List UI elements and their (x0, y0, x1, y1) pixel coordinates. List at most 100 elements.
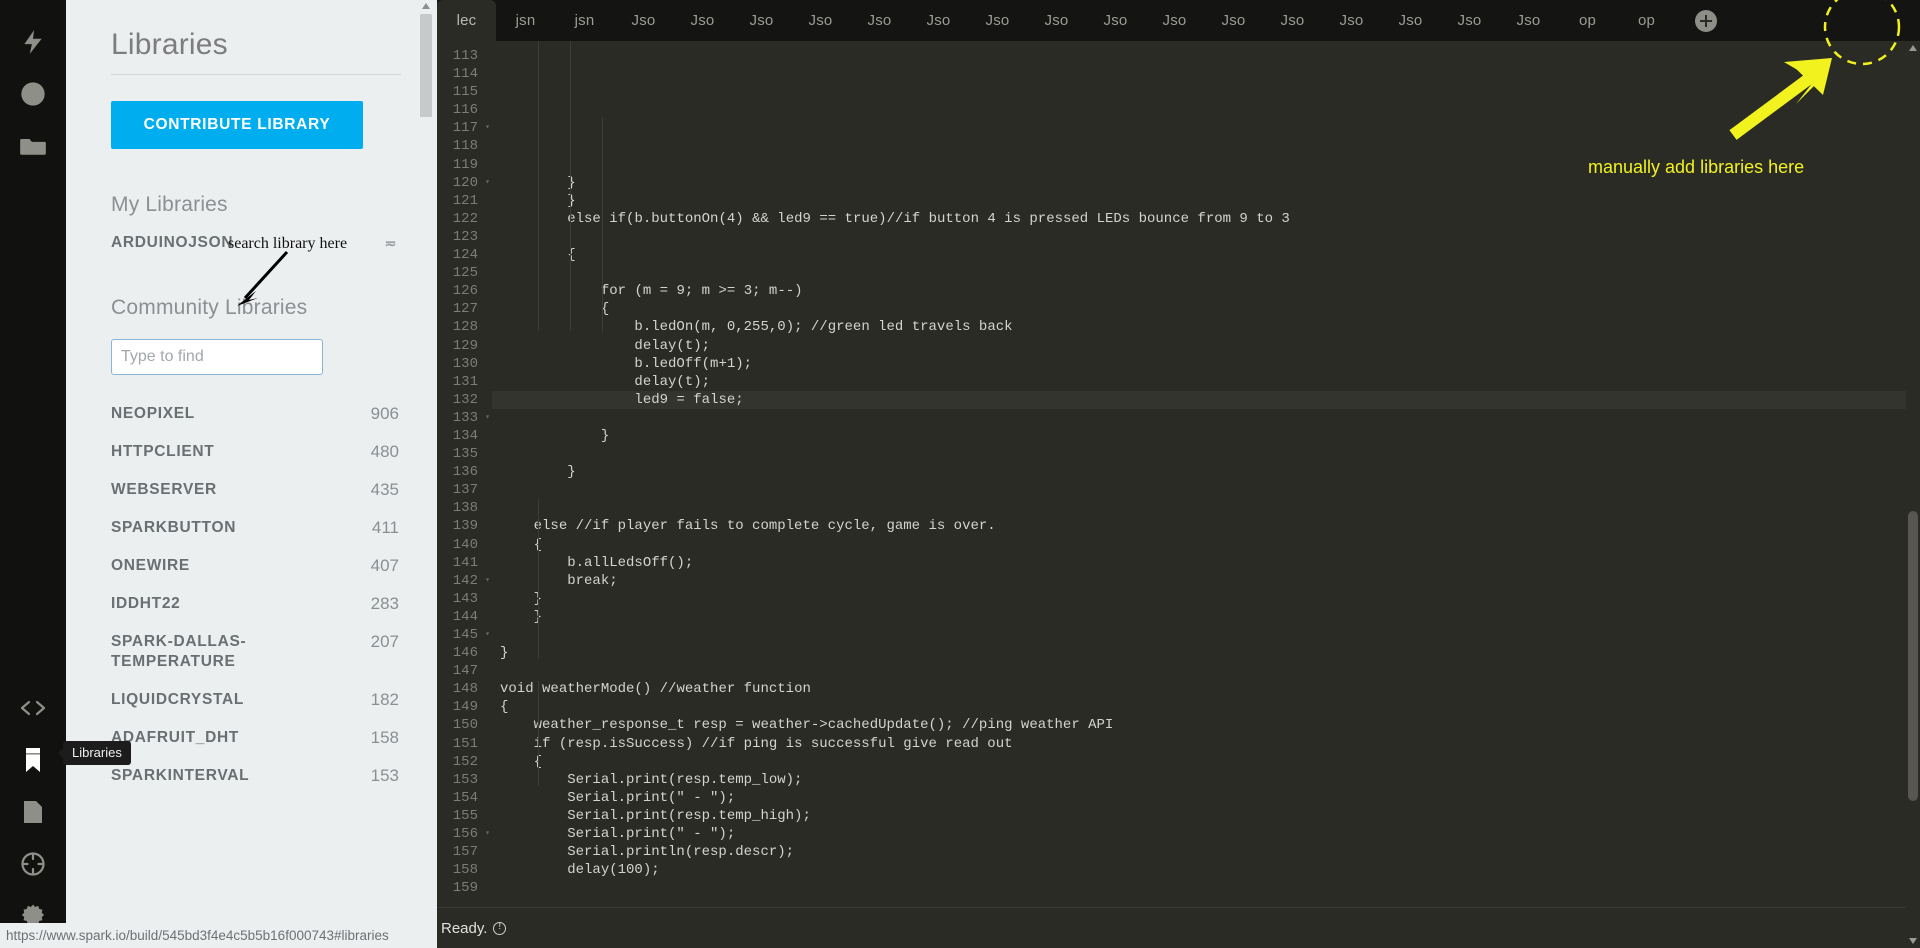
flash-icon[interactable] (8, 16, 58, 68)
editor-tab[interactable]: jsn (496, 0, 555, 41)
code-line[interactable]: else if(b.buttonOn(4) && led9 == true)//… (500, 210, 1920, 228)
editor-tab[interactable]: Jso (614, 0, 673, 41)
list-item[interactable]: ADAFRUIT_DHT 158 (111, 719, 401, 757)
search-input[interactable] (111, 339, 323, 375)
left-icon-rail (0, 0, 66, 948)
library-name: WEBSERVER (111, 480, 217, 500)
code-line[interactable] (500, 626, 1920, 644)
editor-tab[interactable]: Jso (732, 0, 791, 41)
editor-tab-bar: lecjsnjsnJsoJsoJsoJsoJsoJsoJsoJsoJsoJsoJ… (437, 0, 1920, 41)
verify-check-icon[interactable] (8, 68, 58, 120)
plus-circle-icon[interactable] (1695, 10, 1717, 32)
code-line[interactable]: void weatherMode() //weather function (500, 680, 1920, 698)
code-line[interactable]: Serial.print(resp.temp_high); (500, 807, 1920, 825)
line-number: 139 (437, 517, 492, 535)
code-line[interactable]: Serial.println(resp.descr); (500, 843, 1920, 861)
code-line[interactable]: else //if player fails to complete cycle… (500, 517, 1920, 535)
code-line[interactable]: delay(100); (500, 861, 1920, 879)
code-line[interactable] (500, 445, 1920, 463)
code-line[interactable]: led9 = false; (492, 391, 1920, 409)
code-line[interactable] (500, 499, 1920, 517)
code-line[interactable]: } (500, 192, 1920, 210)
code-line[interactable]: } (500, 644, 1920, 662)
code-line[interactable]: Serial.print(resp.temp_low); (500, 771, 1920, 789)
editor-tab-active[interactable]: lec (437, 0, 496, 41)
info-icon[interactable] (493, 922, 506, 935)
list-item[interactable]: SPARKBUTTON 411 (111, 509, 401, 547)
code-line[interactable]: } (500, 608, 1920, 626)
code-line[interactable]: b.ledOn(m, 0,255,0); //green led travels… (500, 318, 1920, 336)
code-line[interactable]: { (500, 536, 1920, 554)
code-line[interactable]: { (500, 753, 1920, 771)
editor-tab[interactable]: op (1617, 0, 1676, 41)
code-line[interactable]: break; (500, 572, 1920, 590)
editor-tab[interactable]: jsn (555, 0, 614, 41)
editor-tab[interactable]: Jso (1086, 0, 1145, 41)
editor-tab[interactable]: Jso (1322, 0, 1381, 41)
code-line[interactable]: delay(t); (500, 373, 1920, 391)
line-number: 130 (437, 355, 492, 373)
scrollbar-thumb[interactable] (1908, 511, 1918, 801)
target-devices-icon[interactable] (8, 838, 58, 890)
library-count: 906 (361, 404, 399, 424)
code-line[interactable]: } (500, 590, 1920, 608)
editor-tab[interactable]: Jso (673, 0, 732, 41)
code-line[interactable]: { (500, 698, 1920, 716)
line-number: 133 (437, 409, 492, 427)
editor-tab[interactable]: Jso (968, 0, 1027, 41)
list-item[interactable]: ONEWIRE 407 (111, 547, 401, 585)
save-folder-icon[interactable] (8, 120, 58, 172)
libraries-panel-scrollbar[interactable] (419, 0, 433, 948)
code-line[interactable] (500, 409, 1920, 427)
code-line[interactable]: if (resp.isSuccess) //if ping is success… (500, 735, 1920, 753)
list-item[interactable]: SPARK-DALLAS-TEMPERATURE 207 (111, 623, 401, 681)
list-item[interactable]: WEBSERVER 435 (111, 471, 401, 509)
line-number: 126 (437, 282, 492, 300)
code-line[interactable] (500, 264, 1920, 282)
editor-tab[interactable]: Jso (1499, 0, 1558, 41)
code-line[interactable]: { (500, 300, 1920, 318)
editor-tab[interactable]: Jso (909, 0, 968, 41)
code-line[interactable] (500, 481, 1920, 499)
code-line[interactable] (500, 228, 1920, 246)
contribute-library-button[interactable]: CONTRIBUTE LIBRARY (111, 101, 363, 149)
editor-tab[interactable]: Jso (1027, 0, 1086, 41)
code-line[interactable]: Serial.print(" - "); (500, 789, 1920, 807)
document-docs-icon[interactable] (8, 786, 58, 838)
code-line[interactable]: delay(t); (500, 337, 1920, 355)
editor-tab[interactable]: Jso (1145, 0, 1204, 41)
code-line[interactable]: { (500, 246, 1920, 264)
scrollbar-thumb[interactable] (420, 14, 432, 117)
scroll-up-arrow-icon[interactable] (1909, 45, 1917, 51)
editor-tab[interactable]: Jso (1440, 0, 1499, 41)
spark-build-ide: Libraries Libraries CONTRIBUTE LIBRARY M… (0, 0, 1920, 948)
list-item[interactable]: IDDHT22 283 (111, 585, 401, 623)
code-line[interactable]: b.allLedsOff(); (500, 554, 1920, 572)
list-item[interactable]: SPARKINTERVAL 153 (111, 757, 401, 795)
list-item[interactable]: NEOPIXEL 906 (111, 395, 401, 433)
editor-tab[interactable]: Jso (1204, 0, 1263, 41)
editor-tab[interactable]: Jso (791, 0, 850, 41)
code-line[interactable]: weather_response_t resp = weather->cache… (500, 716, 1920, 734)
editor-tab[interactable]: Jso (1381, 0, 1440, 41)
code-line[interactable]: Serial.print(" - "); (500, 825, 1920, 843)
scroll-up-arrow-icon[interactable] (422, 3, 430, 9)
editor-tab[interactable]: op (1558, 0, 1617, 41)
code-line[interactable]: b.ledOff(m+1); (500, 355, 1920, 373)
bookmark-libraries-icon[interactable] (8, 734, 58, 786)
code-line[interactable] (500, 897, 1920, 907)
list-item[interactable]: HTTPCLIENT 480 (111, 433, 401, 471)
code-line[interactable] (500, 879, 1920, 897)
code-line[interactable] (500, 662, 1920, 680)
add-tab-button[interactable] (1676, 0, 1736, 41)
editor-tab[interactable]: Jso (850, 0, 909, 41)
editor-tab[interactable]: Jso (1263, 0, 1322, 41)
code-line[interactable]: } (500, 427, 1920, 445)
code-line[interactable]: for (m = 9; m >= 3; m--) (500, 282, 1920, 300)
scroll-down-arrow-icon[interactable] (1909, 938, 1917, 944)
editor-scrollbar[interactable] (1906, 41, 1920, 948)
list-item[interactable]: LIQUIDCRYSTAL 182 (111, 681, 401, 719)
sync-icon[interactable]: ≂ (385, 235, 397, 252)
code-line[interactable]: } (500, 463, 1920, 481)
code-brackets-icon[interactable] (8, 682, 58, 734)
